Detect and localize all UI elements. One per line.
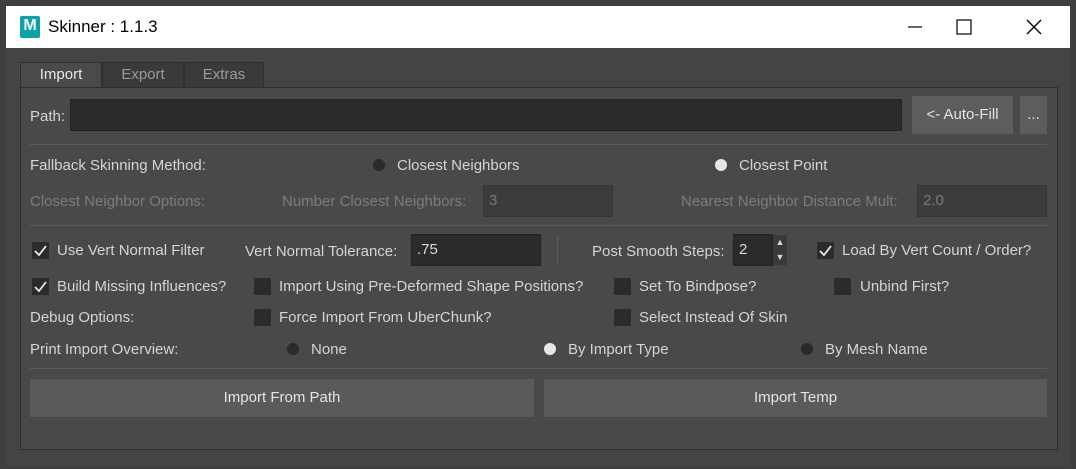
separator bbox=[30, 144, 1047, 145]
unbind-first-label: Unbind First? bbox=[860, 278, 950, 295]
overview-none-radio[interactable] bbox=[287, 343, 299, 355]
closest-point-label: Closest Point bbox=[739, 157, 828, 174]
minimize-button[interactable] bbox=[902, 14, 928, 40]
vertical-separator bbox=[557, 236, 558, 264]
load-by-vert-checkbox[interactable] bbox=[817, 242, 834, 259]
closest-neighbors-label: Closest Neighbors bbox=[397, 157, 520, 174]
closest-point-radio[interactable] bbox=[715, 159, 727, 171]
unbind-first-checkbox[interactable] bbox=[834, 278, 851, 295]
overview-type-radio[interactable] bbox=[544, 343, 556, 355]
tolerance-label: Vert Normal Tolerance: bbox=[245, 243, 398, 260]
neighbor-options-label: Closest Neighbor Options: bbox=[30, 193, 206, 210]
post-smooth-input[interactable]: 2 bbox=[733, 234, 773, 266]
distance-mult-label: Nearest Neighbor Distance Mult: bbox=[681, 193, 898, 210]
window-client: Import Export Extras Path: <- Auto-Fill … bbox=[6, 48, 1070, 466]
closest-neighbors-radio[interactable] bbox=[373, 159, 385, 171]
print-overview-label: Print Import Overview: bbox=[30, 341, 179, 358]
import-temp-button[interactable]: Import Temp bbox=[544, 379, 1047, 417]
distance-mult-input[interactable]: 2.0 bbox=[917, 185, 1047, 217]
overview-none-label: None bbox=[311, 341, 347, 358]
force-uberchunk-label: Force Import From UberChunk? bbox=[279, 309, 492, 326]
tab-extras[interactable]: Extras bbox=[184, 62, 264, 87]
number-neighbors-input[interactable]: 3 bbox=[483, 185, 613, 217]
use-vert-normal-label: Use Vert Normal Filter bbox=[57, 242, 205, 259]
tab-import[interactable]: Import bbox=[20, 62, 102, 89]
checkmark-icon bbox=[34, 245, 47, 257]
window-title: Skinner : 1.1.3 bbox=[48, 17, 158, 36]
maximize-button[interactable] bbox=[951, 14, 977, 40]
auto-fill-button[interactable]: <- Auto-Fill bbox=[912, 96, 1013, 134]
close-icon bbox=[1026, 19, 1042, 35]
build-missing-checkbox[interactable] bbox=[32, 278, 49, 295]
force-uberchunk-checkbox[interactable] bbox=[254, 309, 271, 326]
pre-deformed-label: Import Using Pre-Deformed Shape Position… bbox=[279, 278, 584, 295]
maximize-icon bbox=[956, 19, 972, 35]
path-input[interactable] bbox=[70, 99, 902, 131]
checkmark-icon bbox=[34, 281, 47, 293]
path-label: Path: bbox=[30, 108, 66, 125]
spin-down-icon[interactable]: ▼ bbox=[773, 250, 787, 265]
build-missing-label: Build Missing Influences? bbox=[57, 278, 227, 295]
post-smooth-stepper[interactable]: ▲ ▼ bbox=[773, 235, 787, 265]
overview-type-label: By Import Type bbox=[568, 341, 669, 358]
checkmark-icon bbox=[819, 245, 832, 257]
use-vert-normal-checkbox[interactable] bbox=[32, 242, 49, 259]
spin-up-icon[interactable]: ▲ bbox=[773, 235, 787, 250]
maya-logo-icon: M bbox=[20, 16, 40, 38]
select-instead-label: Select Instead Of Skin bbox=[639, 309, 788, 326]
tab-export[interactable]: Export bbox=[102, 62, 184, 87]
select-instead-checkbox[interactable] bbox=[614, 309, 631, 326]
overview-mesh-label: By Mesh Name bbox=[825, 341, 928, 358]
load-by-vert-label: Load By Vert Count / Order? bbox=[842, 242, 1032, 259]
post-smooth-label: Post Smooth Steps: bbox=[592, 243, 725, 260]
set-bindpose-label: Set To Bindpose? bbox=[639, 278, 757, 295]
overview-mesh-radio[interactable] bbox=[801, 343, 813, 355]
pre-deformed-checkbox[interactable] bbox=[254, 278, 271, 295]
import-panel: Path: <- Auto-Fill ... Fallback Skinning… bbox=[20, 87, 1058, 450]
tolerance-input[interactable]: .75 bbox=[411, 234, 541, 266]
title-bar: M Skinner : 1.1.3 bbox=[6, 6, 1070, 48]
number-neighbors-label: Number Closest Neighbors: bbox=[282, 193, 467, 210]
set-bindpose-checkbox[interactable] bbox=[614, 278, 631, 295]
import-from-path-button[interactable]: Import From Path bbox=[30, 379, 534, 417]
debug-options-label: Debug Options: bbox=[30, 309, 135, 326]
minimize-icon bbox=[908, 26, 922, 28]
separator bbox=[30, 368, 1047, 369]
close-button[interactable] bbox=[1021, 14, 1047, 40]
browse-button[interactable]: ... bbox=[1020, 96, 1047, 134]
separator bbox=[30, 225, 1047, 226]
fallback-label: Fallback Skinning Method: bbox=[30, 157, 206, 174]
